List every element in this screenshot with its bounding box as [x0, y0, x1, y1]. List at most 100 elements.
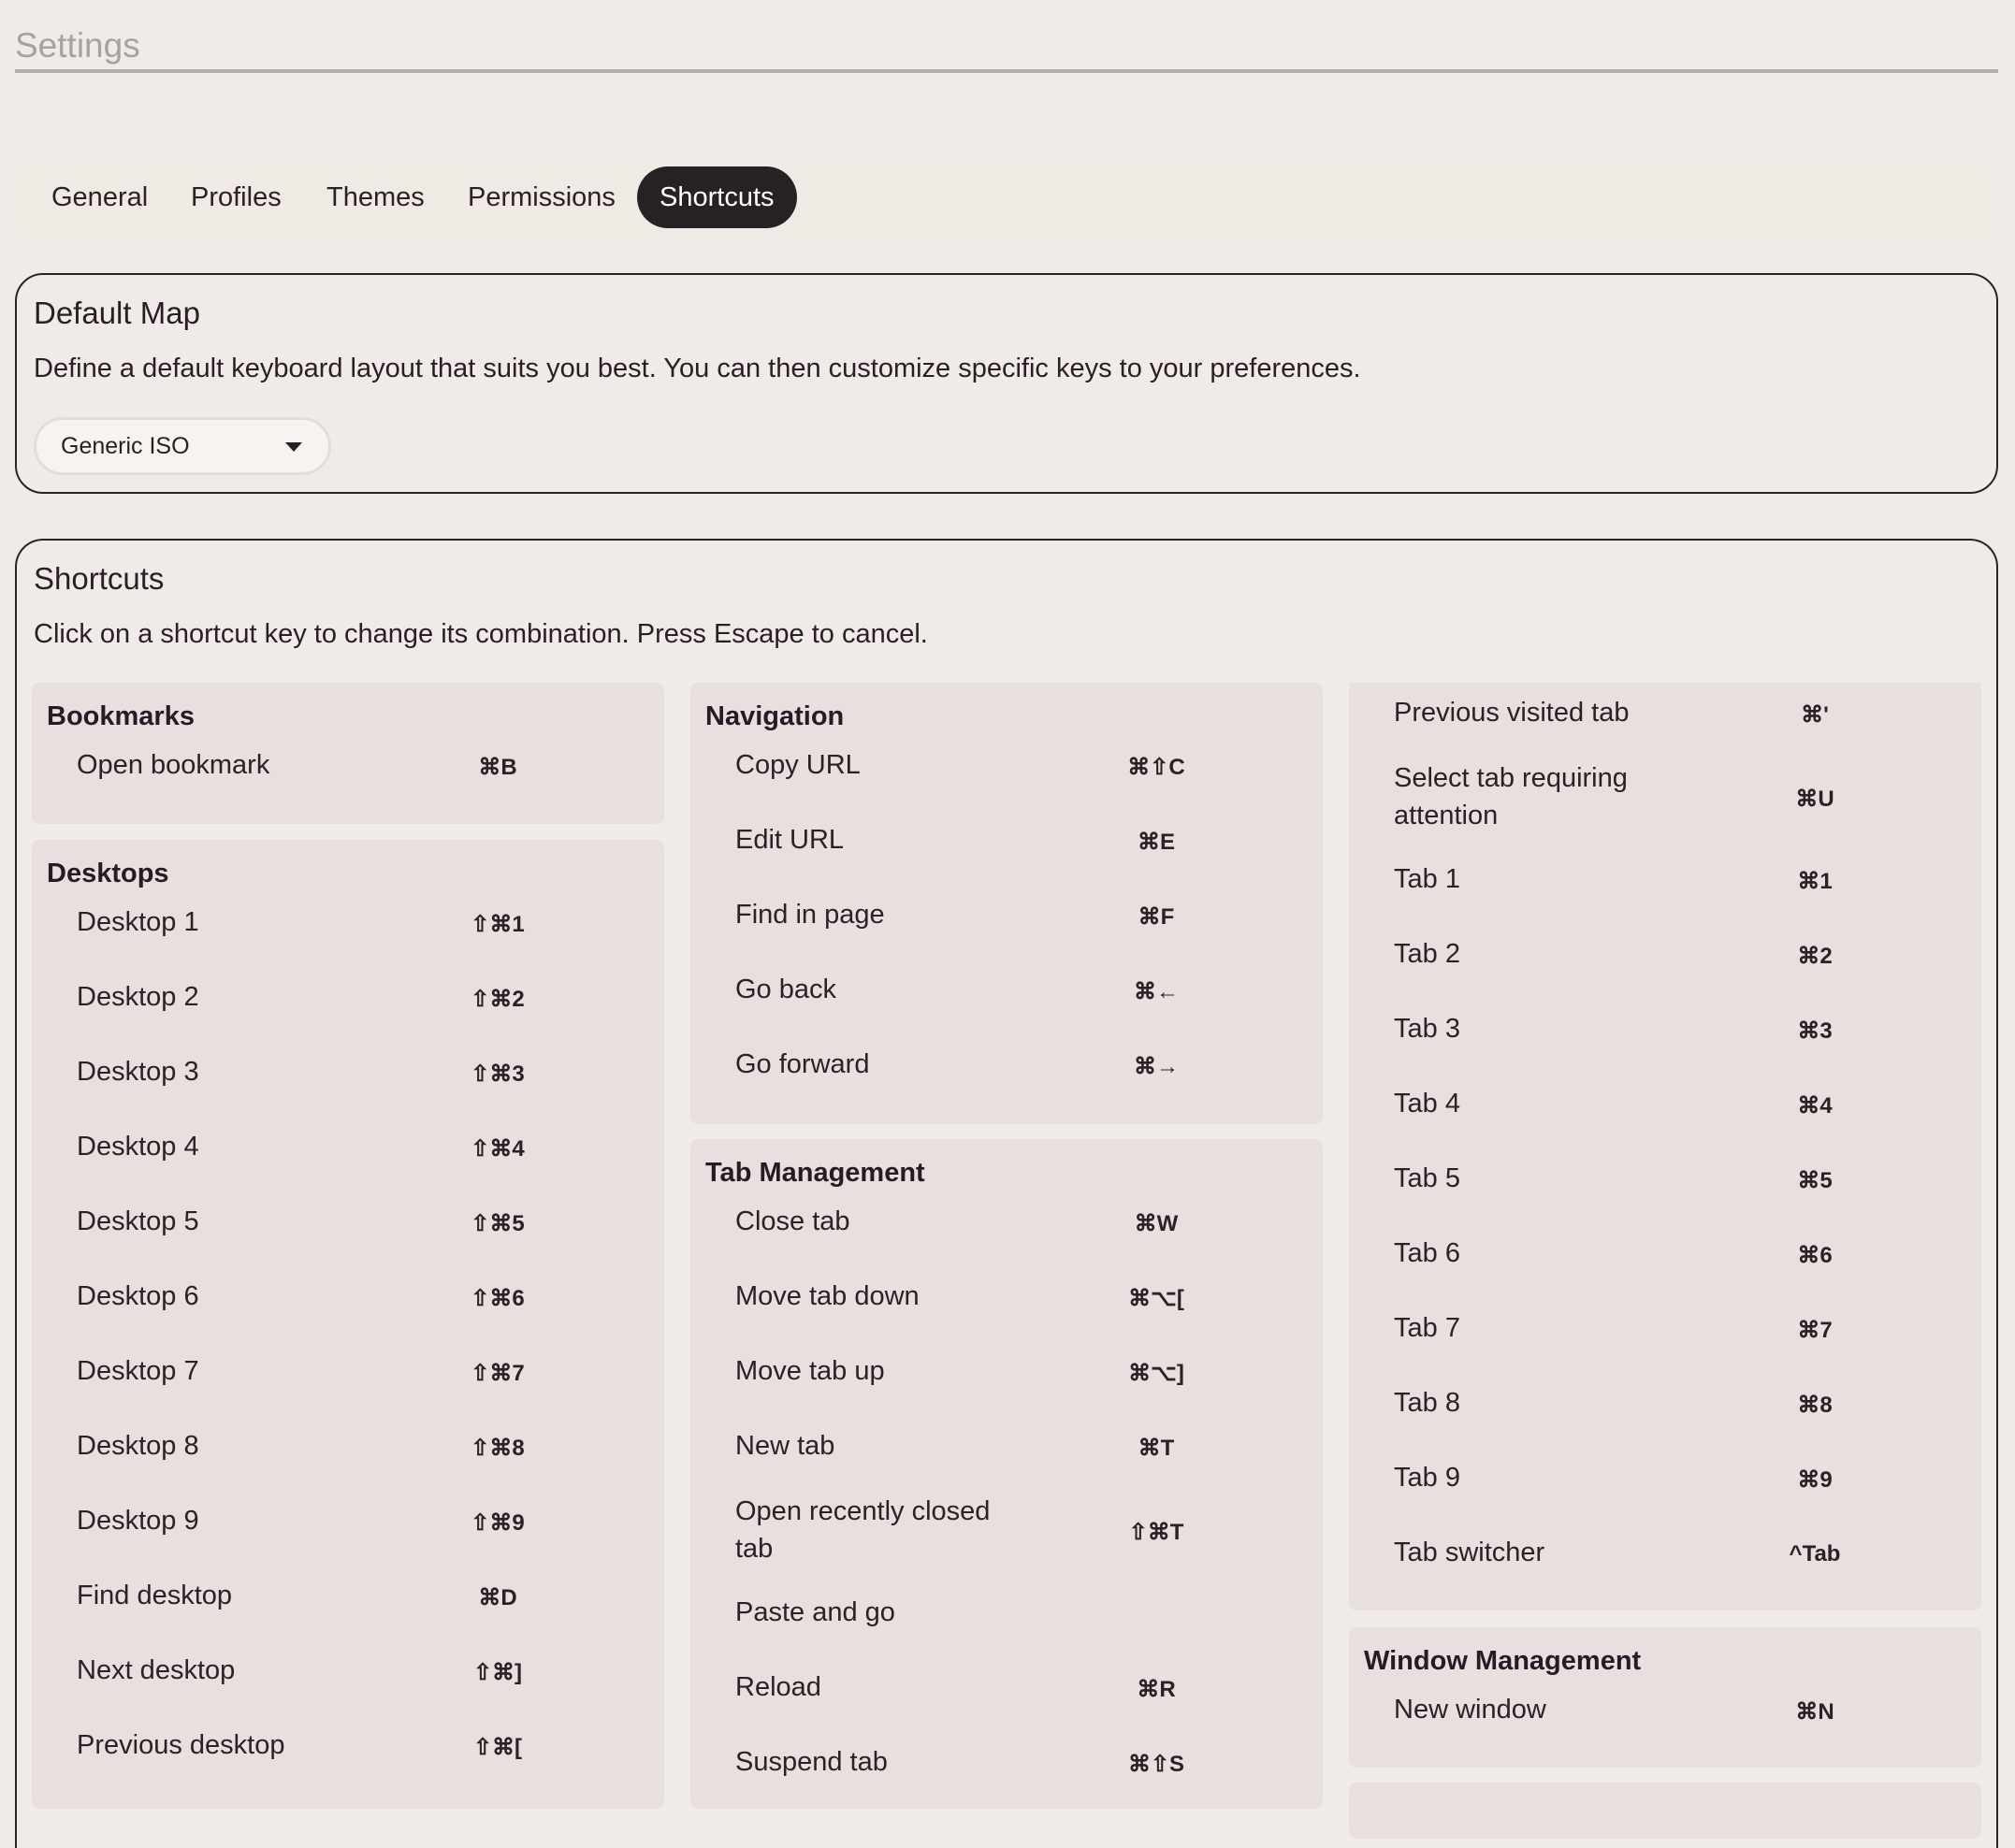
shortcut-label: Tab 6 — [1394, 1238, 1460, 1268]
shortcut-key[interactable]: ⌘3 — [1759, 1018, 1871, 1045]
shortcut-key[interactable]: ⌘6 — [1759, 1242, 1871, 1269]
shortcut-key[interactable]: ⇧⌘6 — [442, 1285, 554, 1312]
shortcut-key[interactable]: ⌘T — [1100, 1435, 1212, 1462]
shortcut-label: Tab switcher — [1394, 1538, 1545, 1567]
shortcut-key[interactable]: ⌘' — [1759, 701, 1871, 729]
shortcut-key[interactable]: ⌘8 — [1759, 1392, 1871, 1419]
shortcut-key[interactable]: ⇧⌘] — [442, 1659, 554, 1686]
shortcut-label: Suspend tab — [735, 1747, 888, 1777]
shortcut-key[interactable]: ⌘⌥] — [1100, 1360, 1212, 1387]
tab-profiles[interactable]: Profiles — [168, 166, 304, 228]
shortcut-key[interactable]: ⌘⇧S — [1100, 1751, 1212, 1778]
shortcut-label: Tab 7 — [1394, 1313, 1460, 1343]
shortcut-key[interactable]: ⇧⌘9 — [442, 1509, 554, 1537]
shortcut-label: Tab 4 — [1394, 1089, 1460, 1119]
shortcut-key[interactable]: ⌘⌥[ — [1100, 1285, 1212, 1312]
shortcuts-title: Shortcuts — [34, 561, 165, 596]
group-title: Desktops — [47, 859, 169, 888]
navigation-group: Navigation Copy URL ⌘⇧C Edit URL ⌘E Find i… — [690, 683, 1323, 1124]
shortcut-label: Tab 9 — [1394, 1463, 1460, 1493]
shortcut-key[interactable]: ⇧⌘4 — [442, 1135, 554, 1162]
shortcut-label: Tab 3 — [1394, 1014, 1460, 1044]
shortcut-label: Tab 8 — [1394, 1388, 1460, 1418]
bookmarks-group: Bookmarks Open bookmark ⌘B — [32, 683, 664, 824]
settings-tab-bar: General Profiles Themes Permissions Shor… — [13, 155, 1998, 243]
shortcut-label: Desktop 8 — [77, 1431, 199, 1461]
shortcut-label: New tab — [735, 1431, 835, 1461]
tab-permissions[interactable]: Permissions — [445, 166, 638, 228]
group-title: Window Management — [1364, 1646, 1642, 1676]
settings-title: Settings — [15, 19, 1998, 73]
shortcut-key[interactable]: ⌘B — [442, 754, 554, 781]
shortcut-key[interactable]: ⇧⌘3 — [442, 1061, 554, 1088]
shortcut-label: Open bookmark — [77, 750, 270, 780]
shortcut-label-continued: attention — [1394, 801, 1499, 830]
shortcut-key[interactable]: ⌘D — [442, 1584, 554, 1611]
shortcut-label: Tab 5 — [1394, 1163, 1460, 1193]
default-map-title: Default Map — [34, 296, 200, 330]
shortcut-key[interactable]: ⇧⌘8 — [442, 1435, 554, 1462]
shortcut-key[interactable]: ⌘4 — [1759, 1092, 1871, 1119]
keyboard-layout-value: Generic ISO — [61, 433, 190, 459]
chevron-down-icon — [285, 442, 302, 452]
default-map-description: Define a default keyboard layout that su… — [34, 354, 1361, 383]
shortcut-key[interactable]: ⌘1 — [1759, 868, 1871, 895]
shortcut-key[interactable]: ⌘5 — [1759, 1167, 1871, 1194]
shortcut-key[interactable]: ⇧⌘2 — [442, 986, 554, 1013]
shortcut-key[interactable]: ⌘W — [1100, 1210, 1212, 1237]
shortcut-label: Tab 2 — [1394, 939, 1460, 969]
shortcut-label: Move tab down — [735, 1281, 920, 1311]
shortcut-label: Next desktop — [77, 1655, 236, 1685]
shortcut-key[interactable]: ⇧⌘[ — [442, 1734, 554, 1761]
shortcut-key[interactable]: ⇧⌘1 — [442, 911, 554, 938]
shortcut-key[interactable]: ⌘E — [1100, 829, 1212, 856]
shortcut-label: Desktop 2 — [77, 982, 199, 1012]
shortcut-label: Desktop 9 — [77, 1506, 199, 1536]
shortcut-key[interactable]: ⇧⌘5 — [442, 1210, 554, 1237]
shortcut-label: Close tab — [735, 1206, 850, 1236]
shortcut-label: Reload — [735, 1672, 821, 1702]
next-group-partial — [1349, 1783, 1981, 1839]
shortcut-key[interactable]: ⌘← — [1100, 978, 1212, 1005]
default-map-card: Default Map Define a default keyboard la… — [15, 273, 1998, 494]
shortcut-label: Desktop 7 — [77, 1356, 199, 1386]
tab-shortcuts[interactable]: Shortcuts — [637, 166, 797, 228]
shortcut-label: Select tab requiring — [1394, 763, 1628, 793]
shortcut-label: Desktop 1 — [77, 907, 199, 937]
shortcuts-description: Click on a shortcut key to change its co… — [34, 619, 928, 649]
shortcut-label: Previous desktop — [77, 1730, 285, 1760]
shortcut-label: Move tab up — [735, 1356, 885, 1386]
tab-management-group: Tab Management Close tab ⌘W Move tab down… — [690, 1139, 1323, 1809]
shortcut-key[interactable]: ⌘N — [1759, 1698, 1871, 1725]
shortcut-key[interactable]: ^Tab — [1759, 1541, 1871, 1567]
shortcut-key[interactable]: ⌘R — [1100, 1676, 1212, 1703]
shortcut-label: Find in page — [735, 900, 885, 930]
shortcut-key[interactable]: ⇧⌘T — [1100, 1519, 1212, 1546]
shortcut-key[interactable]: ⇧⌘7 — [442, 1360, 554, 1387]
desktops-group: Desktops Desktop 1 ⇧⌘1 Desktop 2 ⇧⌘2 Deskt… — [32, 840, 664, 1809]
group-title: Tab Management — [705, 1158, 925, 1188]
tab-management-continued-group: Previous visited tab ⌘' Select tab requir… — [1349, 683, 1981, 1610]
shortcut-key[interactable]: ⌘→ — [1100, 1053, 1212, 1080]
group-title: Bookmarks — [47, 701, 195, 731]
shortcut-key[interactable]: ⌘⇧C — [1100, 754, 1212, 781]
shortcut-label: Desktop 3 — [77, 1057, 199, 1087]
shortcut-label: Desktop 6 — [77, 1281, 199, 1311]
shortcut-key[interactable]: ⌘2 — [1759, 943, 1871, 970]
shortcut-key[interactable]: ⌘U — [1759, 786, 1871, 813]
tab-general[interactable]: General — [29, 166, 170, 228]
keyboard-layout-select[interactable]: Generic ISO — [34, 417, 331, 475]
shortcut-label: Desktop 5 — [77, 1206, 199, 1236]
shortcut-key[interactable]: ⌘7 — [1759, 1317, 1871, 1344]
shortcut-key[interactable]: ⌘9 — [1759, 1466, 1871, 1494]
shortcut-label: Edit URL — [735, 825, 845, 855]
shortcut-label-continued: tab — [735, 1534, 774, 1564]
shortcut-label: Copy URL — [735, 750, 861, 780]
group-title: Navigation — [705, 701, 845, 731]
shortcut-label: Paste and go — [735, 1597, 895, 1627]
tab-themes[interactable]: Themes — [304, 166, 447, 228]
shortcut-key[interactable]: ⌘F — [1100, 903, 1212, 931]
shortcut-label: New window — [1394, 1695, 1546, 1725]
shortcut-label: Tab 1 — [1394, 864, 1460, 894]
shortcut-label: Previous visited tab — [1394, 698, 1630, 728]
